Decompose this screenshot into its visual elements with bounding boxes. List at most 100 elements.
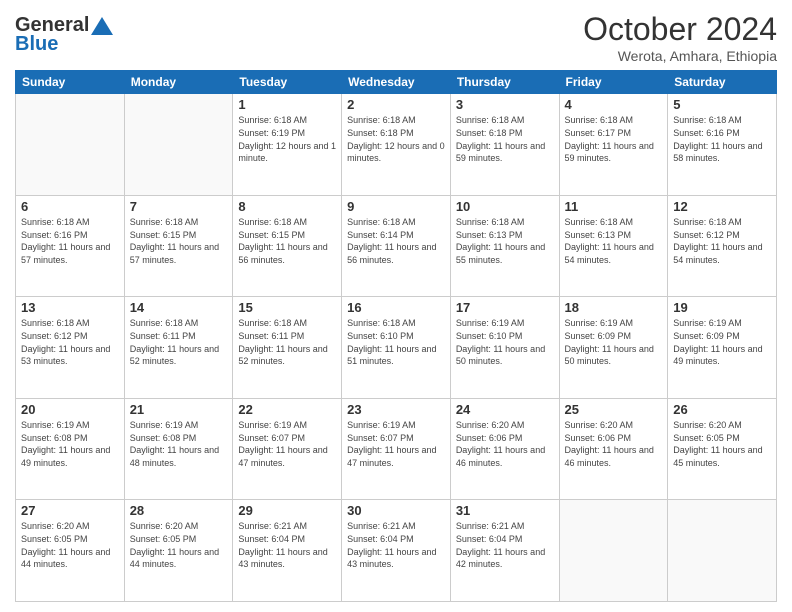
calendar-week-row: 27Sunrise: 6:20 AM Sunset: 6:05 PM Dayli… [16, 500, 777, 602]
day-info: Sunrise: 6:19 AM Sunset: 6:07 PM Dayligh… [238, 419, 336, 469]
day-info: Sunrise: 6:20 AM Sunset: 6:06 PM Dayligh… [565, 419, 663, 469]
logo-blue: Blue [15, 33, 58, 56]
day-info: Sunrise: 6:18 AM Sunset: 6:18 PM Dayligh… [347, 114, 445, 164]
day-info: Sunrise: 6:19 AM Sunset: 6:08 PM Dayligh… [21, 419, 119, 469]
day-number: 15 [238, 300, 336, 315]
day-info: Sunrise: 6:20 AM Sunset: 6:05 PM Dayligh… [673, 419, 771, 469]
calendar-cell: 28Sunrise: 6:20 AM Sunset: 6:05 PM Dayli… [124, 500, 233, 602]
day-number: 10 [456, 199, 554, 214]
weekday-header: Saturday [668, 71, 777, 94]
day-number: 22 [238, 402, 336, 417]
subtitle: Werota, Amhara, Ethiopia [583, 48, 777, 64]
calendar-cell: 24 Sunrise: 6:20 AM Sunset: 6:06 PM Dayli… [450, 398, 559, 500]
logo-icon [91, 17, 113, 35]
day-info: Sunrise: 6:18 AM Sunset: 6:12 PM Dayligh… [673, 216, 771, 266]
calendar-cell: 3Sunrise: 6:18 AM Sunset: 6:18 PM Daylig… [450, 94, 559, 196]
day-info: Sunrise: 6:19 AM Sunset: 6:07 PM Dayligh… [347, 419, 445, 469]
day-number: 30 [347, 503, 445, 518]
day-info: Sunrise: 6:18 AM Sunset: 6:11 PM Dayligh… [130, 317, 228, 367]
calendar-cell: 17 Sunrise: 6:19 AM Sunset: 6:10 PM Dayli… [450, 297, 559, 399]
day-number: 13 [21, 300, 119, 315]
day-number: 4 [565, 97, 663, 112]
weekday-header: Friday [559, 71, 668, 94]
day-number: 23 [347, 402, 445, 417]
calendar-cell: 5 Sunrise: 6:18 AM Sunset: 6:16 PM Daylig… [668, 94, 777, 196]
calendar-cell: 20 Sunrise: 6:19 AM Sunset: 6:08 PM Dayli… [16, 398, 125, 500]
logo: General Blue [15, 14, 113, 56]
weekday-header: Thursday [450, 71, 559, 94]
day-info: Sunrise: 6:18 AM Sunset: 6:12 PM Dayligh… [21, 317, 119, 367]
day-number: 5 [673, 97, 771, 112]
day-info: Sunrise: 6:21 AM Sunset: 6:04 PM Dayligh… [456, 520, 554, 570]
day-number: 31 [456, 503, 554, 518]
day-info: Sunrise: 6:18 AM Sunset: 6:17 PM Dayligh… [565, 114, 663, 164]
calendar-week-row: 1 Sunrise: 6:18 AM Sunset: 6:19 PM Daylig… [16, 94, 777, 196]
calendar-cell: 7 Sunrise: 6:18 AM Sunset: 6:15 PM Daylig… [124, 195, 233, 297]
day-info: Sunrise: 6:18 AM Sunset: 6:13 PM Dayligh… [456, 216, 554, 266]
calendar-cell: 31 Sunrise: 6:21 AM Sunset: 6:04 PM Dayli… [450, 500, 559, 602]
day-info: Sunrise: 6:18 AM Sunset: 6:10 PM Dayligh… [347, 317, 445, 367]
calendar-cell: 9 Sunrise: 6:18 AM Sunset: 6:14 PM Daylig… [342, 195, 451, 297]
day-info: Sunrise: 6:18 AM Sunset: 6:19 PM Dayligh… [238, 114, 336, 164]
day-number: 19 [673, 300, 771, 315]
main-title: October 2024 [583, 10, 777, 48]
day-info: Sunrise: 6:18 AM Sunset: 6:15 PM Dayligh… [238, 216, 336, 266]
calendar-cell: 8 Sunrise: 6:18 AM Sunset: 6:15 PM Daylig… [233, 195, 342, 297]
calendar-cell: 1 Sunrise: 6:18 AM Sunset: 6:19 PM Daylig… [233, 94, 342, 196]
day-info: Sunrise: 6:21 AM Sunset: 6:04 PM Dayligh… [347, 520, 445, 570]
calendar-week-row: 20 Sunrise: 6:19 AM Sunset: 6:08 PM Dayli… [16, 398, 777, 500]
weekday-header: Monday [124, 71, 233, 94]
day-number: 16 [347, 300, 445, 315]
calendar-cell: 22 Sunrise: 6:19 AM Sunset: 6:07 PM Dayli… [233, 398, 342, 500]
day-number: 28 [130, 503, 228, 518]
day-info: Sunrise: 6:18 AM Sunset: 6:16 PM Dayligh… [673, 114, 771, 164]
day-number: 24 [456, 402, 554, 417]
calendar-cell: 16 Sunrise: 6:18 AM Sunset: 6:10 PM Dayli… [342, 297, 451, 399]
day-info: Sunrise: 6:20 AM Sunset: 6:06 PM Dayligh… [456, 419, 554, 469]
day-number: 2 [347, 97, 445, 112]
header: General Blue October 2024 Werota, Amhara… [15, 10, 777, 64]
day-info: Sunrise: 6:18 AM Sunset: 6:14 PM Dayligh… [347, 216, 445, 266]
calendar-cell: 15Sunrise: 6:18 AM Sunset: 6:11 PM Dayli… [233, 297, 342, 399]
page: General Blue October 2024 Werota, Amhara… [0, 0, 792, 612]
day-number: 8 [238, 199, 336, 214]
day-number: 7 [130, 199, 228, 214]
calendar-week-row: 13 Sunrise: 6:18 AM Sunset: 6:12 PM Dayli… [16, 297, 777, 399]
day-number: 1 [238, 97, 336, 112]
calendar-cell: 4 Sunrise: 6:18 AM Sunset: 6:17 PM Daylig… [559, 94, 668, 196]
calendar-cell: 14 Sunrise: 6:18 AM Sunset: 6:11 PM Dayli… [124, 297, 233, 399]
calendar-cell: 27Sunrise: 6:20 AM Sunset: 6:05 PM Dayli… [16, 500, 125, 602]
calendar-cell: 18Sunrise: 6:19 AM Sunset: 6:09 PM Dayli… [559, 297, 668, 399]
calendar-cell: 21Sunrise: 6:19 AM Sunset: 6:08 PM Dayli… [124, 398, 233, 500]
day-number: 27 [21, 503, 119, 518]
weekday-header: Wednesday [342, 71, 451, 94]
calendar-cell: 26Sunrise: 6:20 AM Sunset: 6:05 PM Dayli… [668, 398, 777, 500]
day-info: Sunrise: 6:19 AM Sunset: 6:10 PM Dayligh… [456, 317, 554, 367]
day-number: 18 [565, 300, 663, 315]
day-number: 9 [347, 199, 445, 214]
title-section: October 2024 Werota, Amhara, Ethiopia [583, 10, 777, 64]
calendar-cell: 29Sunrise: 6:21 AM Sunset: 6:04 PM Dayli… [233, 500, 342, 602]
calendar-cell: 2 Sunrise: 6:18 AM Sunset: 6:18 PM Daylig… [342, 94, 451, 196]
day-number: 25 [565, 402, 663, 417]
calendar-cell: 12Sunrise: 6:18 AM Sunset: 6:12 PM Dayli… [668, 195, 777, 297]
weekday-header: Sunday [16, 71, 125, 94]
calendar-week-row: 6Sunrise: 6:18 AM Sunset: 6:16 PM Daylig… [16, 195, 777, 297]
calendar-cell: 11Sunrise: 6:18 AM Sunset: 6:13 PM Dayli… [559, 195, 668, 297]
day-info: Sunrise: 6:18 AM Sunset: 6:15 PM Dayligh… [130, 216, 228, 266]
day-number: 29 [238, 503, 336, 518]
day-number: 14 [130, 300, 228, 315]
calendar-cell: 19 Sunrise: 6:19 AM Sunset: 6:09 PM Dayli… [668, 297, 777, 399]
day-info: Sunrise: 6:19 AM Sunset: 6:09 PM Dayligh… [673, 317, 771, 367]
calendar-cell [16, 94, 125, 196]
calendar-cell: 6Sunrise: 6:18 AM Sunset: 6:16 PM Daylig… [16, 195, 125, 297]
day-number: 17 [456, 300, 554, 315]
calendar-cell: 23 Sunrise: 6:19 AM Sunset: 6:07 PM Dayli… [342, 398, 451, 500]
calendar-cell: 30 Sunrise: 6:21 AM Sunset: 6:04 PM Dayli… [342, 500, 451, 602]
calendar-header-row: SundayMondayTuesdayWednesdayThursdayFrid… [16, 71, 777, 94]
calendar-cell: 13 Sunrise: 6:18 AM Sunset: 6:12 PM Dayli… [16, 297, 125, 399]
day-number: 20 [21, 402, 119, 417]
day-number: 11 [565, 199, 663, 214]
day-number: 6 [21, 199, 119, 214]
calendar-cell: 25 Sunrise: 6:20 AM Sunset: 6:06 PM Dayli… [559, 398, 668, 500]
